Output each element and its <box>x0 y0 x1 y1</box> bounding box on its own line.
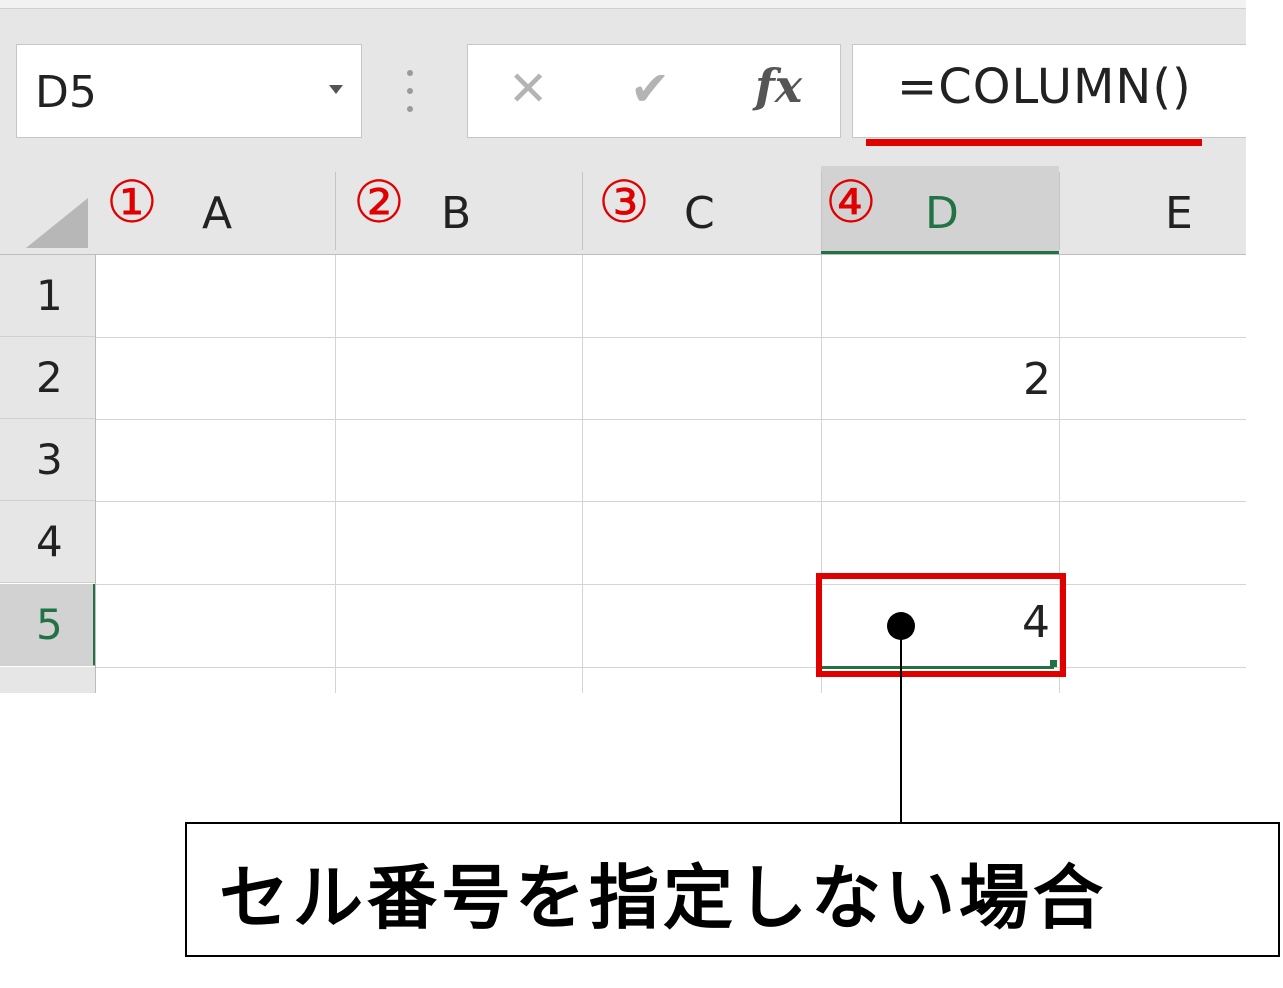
formula-bar[interactable]: =COLUMN() <box>852 44 1246 138</box>
grid-line <box>96 584 1246 585</box>
formula-buttons: ✕ ✔ fx <box>467 44 841 138</box>
column-annotation-number: ② <box>353 168 405 236</box>
grid-line <box>96 501 1246 502</box>
row-header-5[interactable]: 5 <box>0 584 96 666</box>
chevron-down-icon[interactable] <box>329 85 343 94</box>
column-letter: A <box>202 188 233 239</box>
column-separator[interactable] <box>582 172 583 250</box>
column-header-b[interactable]: ② B <box>335 166 582 254</box>
row-number: 1 <box>36 271 63 320</box>
column-header-row: ① A ② B ③ C ④ D E <box>0 166 1246 255</box>
cell-value: 4 <box>1022 597 1050 648</box>
column-header-e[interactable]: E <box>1059 166 1246 254</box>
row-header-3[interactable]: 3 <box>0 419 96 501</box>
column-letter: B <box>441 188 472 239</box>
row-header-1[interactable]: 1 <box>0 255 96 337</box>
cell-value: 2 <box>1023 354 1051 405</box>
row-number: 3 <box>36 435 63 484</box>
callout-text: セル番号を指定しない場合 <box>219 857 1107 939</box>
cancel-icon[interactable]: ✕ <box>508 61 548 117</box>
column-header-a[interactable]: ① A <box>96 166 335 254</box>
grid-line <box>96 667 1246 668</box>
grid-line <box>335 255 336 693</box>
column-header-d[interactable]: ④ D <box>821 166 1059 254</box>
checkmark-icon[interactable]: ✔ <box>630 61 670 117</box>
row-header-2[interactable]: 2 <box>0 337 96 419</box>
callout-dot <box>887 612 915 640</box>
drag-handle-icon[interactable] <box>404 70 416 114</box>
column-separator[interactable] <box>335 172 336 250</box>
column-separator[interactable] <box>821 172 822 250</box>
column-annotation-number: ③ <box>598 168 650 236</box>
formula-highlight-underline <box>866 139 1202 146</box>
cell-d5[interactable]: 4 <box>816 573 1066 677</box>
select-all-button[interactable] <box>0 166 96 254</box>
select-all-triangle-icon <box>26 198 88 248</box>
column-letter: D <box>925 188 959 239</box>
column-separator[interactable] <box>1059 172 1060 250</box>
name-box[interactable]: D5 <box>16 44 362 138</box>
formula-text: =COLUMN() <box>897 59 1192 115</box>
row-header-border <box>95 255 96 693</box>
grid-line <box>582 255 583 693</box>
callout-leader-line <box>900 638 902 824</box>
callout-box: セル番号を指定しない場合 <box>185 822 1280 957</box>
row-header-6-partial[interactable] <box>0 667 96 693</box>
row-number: 4 <box>36 517 63 566</box>
column-annotation-number: ① <box>106 168 158 236</box>
name-box-value: D5 <box>35 67 97 118</box>
column-letter: E <box>1165 188 1193 239</box>
selection-border <box>822 666 1054 669</box>
row-number: 5 <box>36 600 63 649</box>
row-number: 2 <box>36 353 63 402</box>
ribbon-edge <box>0 0 1246 9</box>
grid-line <box>96 419 1246 420</box>
column-annotation-number: ④ <box>825 168 877 236</box>
column-header-c[interactable]: ③ C <box>582 166 821 254</box>
fill-handle[interactable] <box>1050 660 1057 667</box>
column-letter: C <box>684 188 715 239</box>
row-header-4[interactable]: 4 <box>0 501 96 583</box>
grid-line <box>96 337 1246 338</box>
insert-function-icon[interactable]: fx <box>755 59 802 113</box>
cell-d2[interactable]: 2 <box>822 338 1059 419</box>
